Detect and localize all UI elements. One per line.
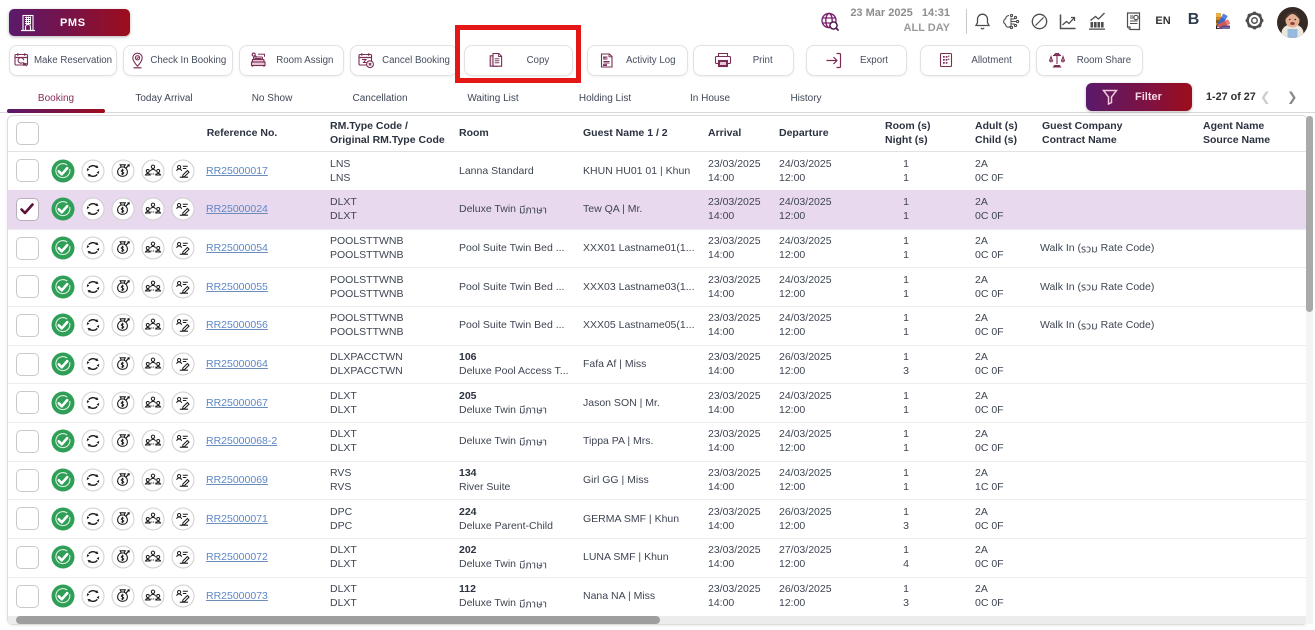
svg-text:LOG: LOG <box>604 56 609 60</box>
